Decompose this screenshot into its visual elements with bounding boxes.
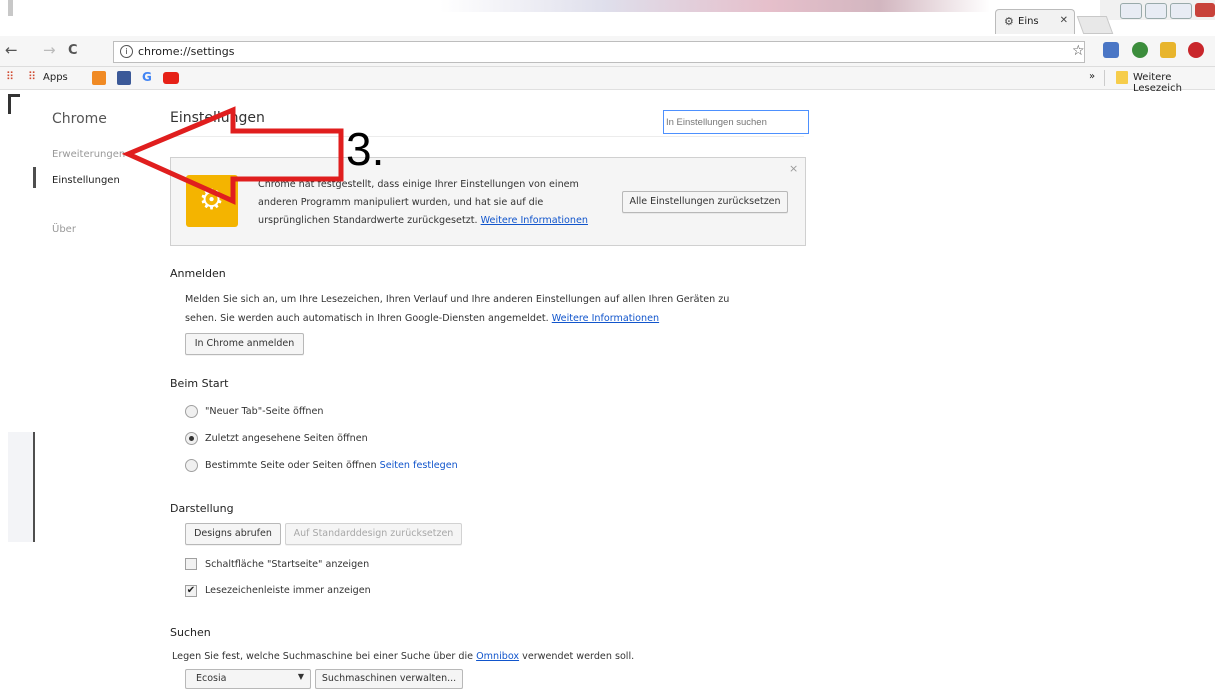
search-engine-value: Ecosia	[196, 673, 227, 684]
google-icon[interactable]: G	[142, 70, 152, 84]
startup-option-newtab: "Neuer Tab"-Seite öffnen	[205, 406, 324, 417]
signin-more-info-link[interactable]: Weitere Informationen	[552, 313, 659, 324]
banner-line-1: Chrome hat festgestellt, dass einige Ihr…	[258, 179, 579, 190]
settings-search-input[interactable]	[663, 110, 809, 134]
info-icon[interactable]: i	[120, 45, 133, 58]
divider	[1104, 70, 1105, 86]
startup-radio-continue[interactable]	[185, 432, 198, 445]
address-bar[interactable]: i chrome://settings	[113, 41, 1085, 63]
apps-grid-icon-2: ⠿	[28, 70, 37, 83]
sidebar-item-settings[interactable]: Einstellungen	[52, 175, 120, 186]
apps-link[interactable]: Apps	[43, 72, 68, 83]
sidebar-active-indicator	[33, 167, 36, 188]
bookmarks-bar-checkbox[interactable]: ✔	[185, 585, 197, 597]
sidebar-item-about[interactable]: Über	[52, 224, 76, 235]
minimize-button[interactable]	[1145, 3, 1167, 19]
globe-extension-icon[interactable]	[1132, 42, 1148, 58]
startup-option-specific: Bestimmte Seite oder Seiten öffnen Seite…	[205, 460, 458, 471]
startup-option-continue: Zuletzt angesehene Seiten öffnen	[205, 433, 368, 444]
code-extension-icon[interactable]	[1103, 42, 1119, 58]
annotation-overlay	[121, 106, 344, 205]
forward-button[interactable]: →	[43, 43, 56, 58]
sidebar-title: Chrome	[52, 111, 107, 127]
banner-line-2: anderen Programm manipuliert wurden, und…	[258, 197, 544, 208]
reload-button[interactable]: C	[68, 44, 78, 58]
signin-text-1: Melden Sie sich an, um Ihre Lesezeichen,…	[185, 294, 730, 305]
home-button-label: Schaltfläche "Startseite" anzeigen	[205, 559, 370, 570]
home-button-checkbox[interactable]	[185, 558, 197, 570]
annotation-step-number: 3.	[346, 123, 385, 175]
adblock-icon[interactable]	[1188, 42, 1204, 58]
set-pages-link[interactable]: Seiten festlegen	[380, 460, 458, 471]
background-strip	[0, 0, 1100, 12]
appearance-heading: Darstellung	[170, 502, 234, 515]
omnibox-link[interactable]: Omnibox	[476, 651, 519, 662]
window-controls	[1100, 0, 1215, 20]
banner-line-3: ursprünglichen Standardwerte zurückgeset…	[258, 215, 588, 226]
startup-radio-newtab[interactable]	[185, 405, 198, 418]
manage-search-engines-button[interactable]: Suchmaschinen verwalten...	[315, 669, 463, 689]
url-text: chrome://settings	[138, 45, 235, 58]
bookmarks-bar-label: Lesezeichenleiste immer anzeigen	[205, 585, 371, 596]
banner-close-icon[interactable]: ×	[789, 162, 798, 175]
maximize-button[interactable]	[1170, 3, 1192, 19]
bookmark-d-icon[interactable]	[92, 71, 106, 85]
search-engine-select[interactable]: Ecosia ▼	[185, 669, 311, 689]
signin-heading: Anmelden	[170, 267, 226, 280]
close-window-button[interactable]	[1195, 3, 1215, 17]
sidebar-marker-top	[8, 94, 20, 97]
sidebar-marker	[8, 94, 11, 114]
reset-notice-banner: ⚙ × Chrome hat festgestellt, dass einige…	[170, 157, 806, 246]
search-description: Legen Sie fest, welche Suchmaschine bei …	[172, 651, 635, 662]
other-bookmarks-folder[interactable]: Weitere Lesezeich	[1133, 72, 1215, 94]
signin-text-2: sehen. Sie werden auch automatisch in Ih…	[185, 313, 660, 324]
sidebar-shade	[8, 432, 34, 542]
sidebar-item-extensions[interactable]: Erweiterungen	[52, 149, 125, 160]
page-title: Einstellungen	[170, 110, 265, 126]
bookmark-star-icon[interactable]: ☆	[1072, 43, 1085, 59]
chevron-down-icon: ▼	[297, 672, 304, 681]
extension-icon[interactable]	[1160, 42, 1176, 58]
back-button[interactable]: ←	[5, 43, 18, 58]
tab-settings[interactable]: ⚙ Eins ✕	[995, 9, 1075, 34]
gear-warning-icon: ⚙	[186, 175, 238, 227]
reset-all-settings-button[interactable]: Alle Einstellungen zurücksetzen	[622, 191, 788, 213]
close-tab-icon[interactable]: ✕	[1060, 15, 1068, 26]
gear-icon: ⚙	[1004, 15, 1014, 28]
search-heading: Suchen	[170, 626, 211, 639]
youtube-icon[interactable]	[163, 72, 179, 84]
user-icon[interactable]	[1120, 3, 1142, 19]
startup-heading: Beim Start	[170, 377, 229, 390]
startup-radio-specific[interactable]	[185, 459, 198, 472]
banner-more-info-link[interactable]: Weitere Informationen	[481, 215, 588, 226]
window-edge	[8, 0, 13, 16]
folder-icon	[1116, 71, 1128, 84]
sidebar-shade-edge	[33, 432, 35, 542]
apps-grid-icon[interactable]: ⠿	[6, 70, 14, 83]
bookmarks-bar	[0, 67, 1215, 90]
tab-title: Eins	[1018, 16, 1039, 27]
get-themes-button[interactable]: Designs abrufen	[185, 523, 281, 545]
more-bookmarks-icon[interactable]: »	[1089, 71, 1095, 82]
new-tab-button[interactable]	[1076, 16, 1114, 34]
facebook-icon[interactable]	[117, 71, 131, 85]
chrome-signin-button[interactable]: In Chrome anmelden	[185, 333, 304, 355]
reset-theme-button[interactable]: Auf Standarddesign zurücksetzen	[285, 523, 462, 545]
title-divider	[170, 136, 804, 137]
